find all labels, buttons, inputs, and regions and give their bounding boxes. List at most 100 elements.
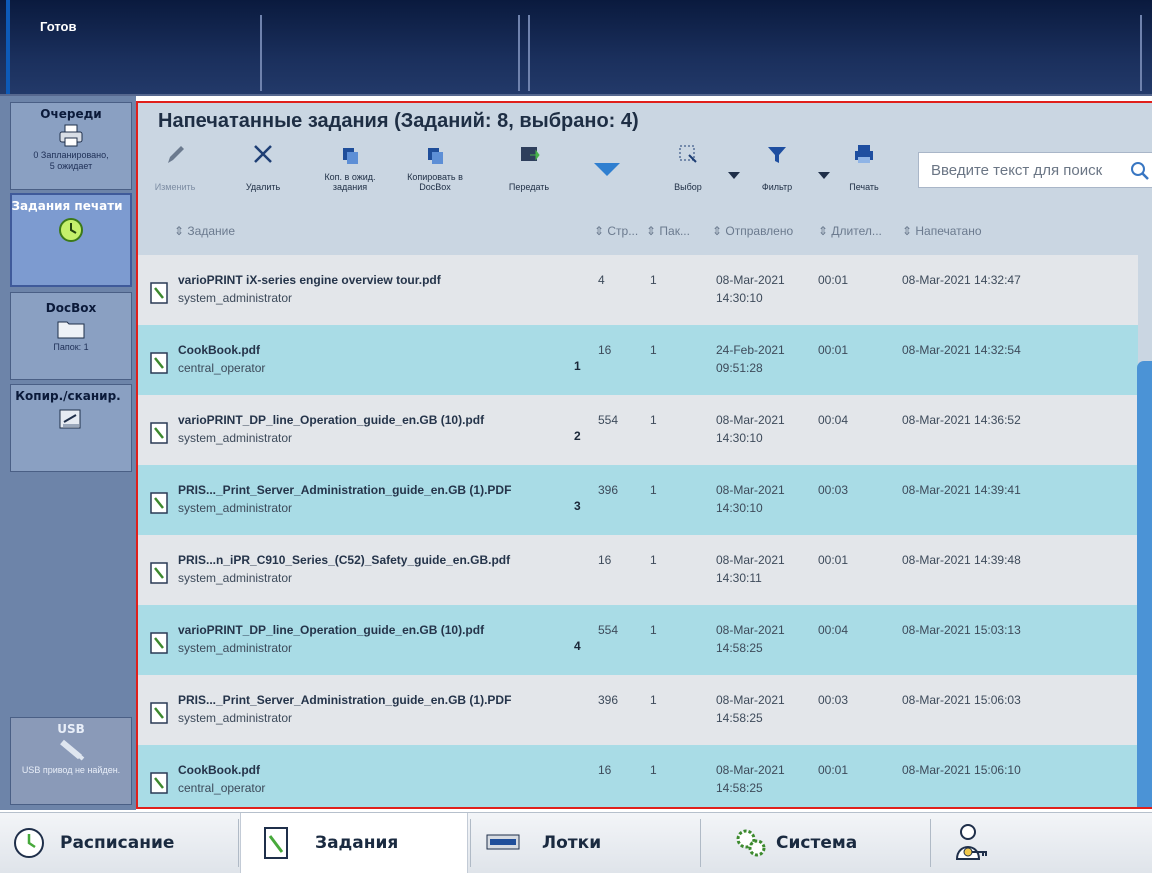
more-actions-dropdown[interactable] — [590, 160, 624, 180]
close-icon — [254, 145, 272, 163]
copy-to-docbox-label-1: Копировать в — [407, 172, 463, 182]
nav-trays[interactable]: Лотки — [472, 813, 698, 873]
filter-button[interactable]: Фильтр — [752, 142, 802, 192]
select-dropdown-icon[interactable] — [728, 172, 740, 179]
filter-dropdown-icon[interactable] — [818, 172, 830, 179]
job-owner: system_administrator — [178, 711, 293, 725]
nav-jobs[interactable]: Задания — [240, 813, 468, 873]
sidebar-item-usb[interactable]: USB USB привод не найден. — [10, 717, 132, 805]
nav-divider — [470, 819, 471, 867]
select-label: Выбор — [674, 182, 702, 192]
job-sent-time: 14:30:11 — [716, 571, 762, 585]
nav-system-label: Система — [776, 833, 858, 853]
job-name: CookBook.pdf — [178, 343, 260, 357]
job-printed: 08-Mar-2021 14:36:52 — [902, 413, 1021, 427]
job-owner: central_operator — [178, 361, 266, 375]
job-sent-time: 14:58:25 — [716, 711, 763, 725]
select-button[interactable]: Выбор — [664, 142, 712, 192]
copy-to-hold-button[interactable]: Коп. в ожид. задания — [318, 142, 382, 192]
status-divider — [1140, 15, 1142, 91]
job-pages: 16 — [598, 553, 612, 567]
document-icon — [150, 492, 168, 514]
printed-jobs-panel: Напечатанные задания (Заданий: 8, выбран… — [136, 101, 1152, 809]
column-headers: ⇕ Задание ⇕ Стр... ⇕ Пак... ⇕ Отправлено… — [138, 210, 1152, 252]
scrollbar[interactable] — [1137, 361, 1152, 807]
job-name: CookBook.pdf — [178, 763, 260, 777]
column-header-job[interactable]: ⇕ Задание — [174, 224, 235, 238]
search-input[interactable] — [919, 153, 1119, 187]
print-button[interactable]: Печать — [844, 142, 884, 192]
job-sent-date: 24-Feb-2021 — [716, 343, 785, 357]
document-icon — [150, 422, 168, 444]
job-packs: 1 — [650, 483, 657, 497]
column-header-sent[interactable]: ⇕ Отправлено — [712, 224, 793, 238]
job-sent-time: 14:30:10 — [716, 431, 763, 445]
column-header-duration[interactable]: ⇕ Длител... — [818, 224, 882, 238]
nav-schedule[interactable]: Расписание — [0, 813, 236, 873]
selection-number: 3 — [574, 499, 581, 513]
job-duration: 00:01 — [818, 763, 849, 777]
document-icon — [150, 282, 168, 304]
column-header-label: Отправлено — [725, 224, 794, 238]
job-sent-date: 08-Mar-2021 — [716, 763, 785, 777]
job-name: PRIS...n_iPR_C910_Series_(C52)_Safety_gu… — [178, 553, 511, 567]
sidebar-item-label: Очереди — [40, 107, 102, 121]
job-packs: 1 — [650, 553, 657, 567]
folder-icon — [57, 321, 85, 339]
table-row[interactable]: varioPRINT iX-series engine overview tou… — [138, 255, 1138, 325]
nav-system[interactable]: Система — [702, 813, 928, 873]
job-sent-date: 08-Mar-2021 — [716, 553, 785, 567]
job-pages: 396 — [598, 693, 619, 707]
column-header-label: Стр... — [607, 224, 639, 238]
document-icon — [150, 352, 168, 374]
status-label: Готов — [40, 19, 77, 34]
column-header-label: Длител... — [831, 224, 882, 238]
table-row[interactable]: PRIS...n_iPR_C910_Series_(C52)_Safety_gu… — [138, 535, 1138, 605]
sidebar-item-printjobs[interactable]: Задания печати — [10, 193, 132, 287]
sidebar-item-copyscan[interactable]: Копир./сканир. — [10, 384, 132, 472]
delete-label: Удалить — [245, 182, 281, 192]
sidebar-item-label: Копир./сканир. — [15, 389, 121, 403]
selection-number: 1 — [574, 359, 581, 373]
table-row[interactable]: PRIS..._Print_Server_Administration_guid… — [138, 675, 1138, 745]
dropdown-icon — [594, 163, 620, 176]
job-packs: 1 — [650, 693, 657, 707]
table-row[interactable]: CookBook.pdf central_operator 16 1 08-Mar-20… — [138, 745, 1138, 807]
job-pages: 554 — [598, 413, 619, 427]
copy-to-hold-label-2: задания — [332, 182, 368, 192]
queues-summary: 0 Запланировано, 5 ожидает — [33, 150, 109, 171]
job-packs: 1 — [650, 413, 657, 427]
table-row[interactable]: CookBook.pdf central_operator 1 16 1 24-Feb-2… — [138, 325, 1138, 395]
selection-number: 4 — [574, 639, 581, 653]
job-duration: 00:04 — [818, 623, 849, 637]
job-owner: system_administrator — [178, 501, 293, 515]
table-row[interactable]: varioPRINT_DP_line_Operation_guide_en.GB… — [138, 395, 1138, 465]
job-sent-date: 08-Mar-2021 — [716, 483, 785, 497]
job-duration: 00:01 — [818, 273, 849, 287]
print-label: Печать — [849, 182, 879, 192]
sidebar-item-docbox[interactable]: DocBox Папок: 1 — [10, 292, 132, 380]
column-header-printed[interactable]: ⇕ Напечатано — [902, 224, 982, 238]
user-key-icon — [955, 824, 987, 860]
toolbar: Изменить Удалить Коп. в ожид. задания Ко… — [138, 142, 1152, 210]
transfer-button[interactable]: Передать — [498, 142, 560, 192]
job-duration: 00:01 — [818, 553, 849, 567]
job-pages: 554 — [598, 623, 619, 637]
delete-button[interactable]: Удалить — [238, 142, 288, 192]
job-name: varioPRINT_DP_line_Operation_guide_en.GB… — [178, 623, 485, 637]
usb-status: USB привод не найден. — [21, 765, 121, 775]
column-header-packs[interactable]: ⇕ Пак... — [646, 224, 690, 238]
column-header-pages[interactable]: ⇕ Стр... — [594, 224, 638, 238]
table-row[interactable]: varioPRINT_DP_line_Operation_guide_en.GB… — [138, 605, 1138, 675]
job-owner: central_operator — [178, 781, 266, 795]
sidebar-item-queues[interactable]: Очереди 0 Запланировано, 5 ожидает — [10, 102, 132, 190]
search-icon[interactable] — [1129, 160, 1151, 182]
copy-to-docbox-button[interactable]: Копировать в DocBox — [400, 142, 470, 192]
nav-user[interactable] — [932, 813, 1152, 873]
edit-button[interactable]: Изменить — [150, 142, 200, 192]
table-row[interactable]: PRIS..._Print_Server_Administration_guid… — [138, 465, 1138, 535]
status-bar: Готов — [0, 0, 1152, 96]
transfer-label: Передать — [508, 182, 550, 192]
job-packs: 1 — [650, 623, 657, 637]
job-printed: 08-Mar-2021 15:06:10 — [902, 763, 1021, 777]
